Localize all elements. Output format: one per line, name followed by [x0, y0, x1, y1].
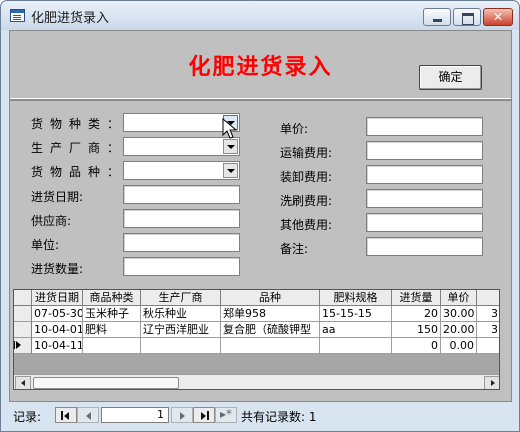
other-cost-field[interactable] [366, 213, 483, 232]
table-row[interactable]: 10-04-01 肥料 辽宁西洋肥业 复合肥（硫酸钾型 aa 150 20.00 3 [14, 322, 499, 338]
scroll-thumb[interactable] [33, 377, 179, 389]
table-cell[interactable]: 10-04-11 [32, 338, 83, 354]
record-selector[interactable] [14, 322, 32, 338]
scroll-right-icon[interactable] [484, 376, 499, 389]
handling-field[interactable] [366, 165, 483, 184]
table-cell[interactable]: 10-04-01 [32, 322, 83, 338]
chevron-down-icon[interactable] [223, 139, 238, 154]
table-header-row: 进货日期 商品种类 生产厂商 品种 肥料规格 进货量 单价 [14, 290, 499, 306]
column-header: 进货量 [392, 290, 441, 306]
table-cell[interactable]: 3 [477, 322, 499, 338]
form-window: 化肥进货录入 化肥进货录入 确定 货物种类： 生产厂商： 货物品种： 进货日期: [0, 0, 520, 432]
table-cell[interactable]: 20 [392, 306, 441, 322]
first-record-button[interactable] [55, 407, 77, 423]
table-cell[interactable]: 3 [477, 306, 499, 322]
column-header: 肥料规格 [320, 290, 392, 306]
window-title: 化肥进货录入 [31, 11, 110, 26]
column-header: 商品种类 [83, 290, 141, 306]
table-cell[interactable]: 玉米种子 [83, 306, 141, 322]
table-cell[interactable]: 30.00 [441, 306, 477, 322]
table-cell[interactable] [477, 338, 499, 354]
table-cell[interactable]: aa [320, 322, 392, 338]
next-record-icon [180, 412, 185, 420]
supplier-field[interactable] [123, 209, 240, 228]
remarks-field[interactable] [366, 237, 483, 256]
last-record-button[interactable] [193, 407, 215, 423]
washing-label: 洗刷费用: [280, 194, 333, 208]
price-field[interactable] [366, 117, 483, 136]
mouse-pointer-icon [222, 118, 238, 139]
column-header: 进货日期 [32, 290, 83, 306]
record-navigator: 记录: 1 ▸* 共有记录数: 1 [9, 404, 512, 426]
record-selector[interactable] [14, 290, 32, 306]
variety-combo[interactable] [123, 161, 240, 180]
new-record-button[interactable]: ▸* [215, 407, 237, 423]
remarks-label: 备注: [280, 242, 309, 256]
record-selector[interactable] [14, 338, 32, 354]
quantity-field[interactable] [123, 257, 240, 276]
first-record-icon [61, 411, 63, 420]
confirm-button[interactable]: 确定 [419, 65, 482, 90]
manufacturer-label: 生产厂商： [31, 141, 127, 155]
record-label: 记录: [13, 410, 42, 424]
column-header: 品种 [221, 290, 320, 306]
form-header: 化肥进货录入 确定 [10, 31, 511, 98]
quantity-label: 进货数量: [31, 262, 84, 276]
form-window-icon [10, 9, 25, 22]
price-label: 单价: [280, 122, 309, 136]
table-cell[interactable]: 辽宁西洋肥业 [141, 322, 221, 338]
other-cost-label: 其他费用: [280, 218, 333, 232]
purchase-date-label: 进货日期: [31, 190, 84, 204]
new-record-icon: ▸* [220, 407, 233, 421]
freight-field[interactable] [366, 141, 483, 160]
record-selector[interactable] [14, 306, 32, 322]
table-cell[interactable]: 07-05-30 [32, 306, 83, 322]
table-cell[interactable]: 20.00 [441, 322, 477, 338]
current-record-field[interactable]: 1 [101, 407, 169, 423]
table-cell[interactable] [320, 338, 392, 354]
table-cell[interactable] [221, 338, 320, 354]
category-label: 货物种类： [31, 117, 127, 131]
current-record-icon [14, 341, 21, 349]
chevron-down-icon[interactable] [223, 163, 238, 178]
handling-label: 装卸费用: [280, 170, 333, 184]
table-cell[interactable] [141, 338, 221, 354]
previous-record-button[interactable] [77, 407, 99, 423]
purchase-date-field[interactable] [123, 185, 240, 204]
table-cell[interactable]: 15-15-15 [320, 306, 392, 322]
close-button[interactable] [483, 8, 513, 26]
record-count: 共有记录数: 1 [241, 410, 317, 424]
washing-field[interactable] [366, 189, 483, 208]
column-header [477, 290, 499, 306]
last-record-icon [201, 412, 206, 420]
title-bar[interactable]: 化肥进货录入 [1, 1, 519, 30]
table-cell[interactable]: 0 [392, 338, 441, 354]
unit-field[interactable] [123, 233, 240, 252]
table-cell[interactable]: 秋乐种业 [141, 306, 221, 322]
minimize-button[interactable] [423, 8, 451, 26]
table-cell[interactable]: 肥料 [83, 322, 141, 338]
table-row[interactable]: 07-05-30 玉米种子 秋乐种业 郑单958 15-15-15 20 30.00 3 [14, 306, 499, 322]
horizontal-scrollbar[interactable] [14, 374, 499, 389]
previous-record-icon [86, 412, 91, 420]
table-cell[interactable]: 郑单958 [221, 306, 320, 322]
supplier-label: 供应商: [31, 214, 72, 228]
maximize-button[interactable] [453, 8, 481, 26]
variety-label: 货物品种： [31, 165, 127, 179]
unit-label: 单位: [31, 238, 60, 252]
purchase-datasheet[interactable]: 进货日期 商品种类 生产厂商 品种 肥料规格 进货量 单价 07-05-30 玉米种子 秋乐种业郑… [13, 289, 500, 390]
column-header: 单价 [441, 290, 477, 306]
table-row[interactable]: 10-04-11 0 0.00 [14, 338, 499, 354]
table-cell[interactable]: 150 [392, 322, 441, 338]
scroll-left-icon[interactable] [15, 376, 31, 389]
table-cell[interactable] [83, 338, 141, 354]
table-cell[interactable]: 0.00 [441, 338, 477, 354]
column-header: 生产厂商 [141, 290, 221, 306]
next-record-button[interactable] [171, 407, 193, 423]
freight-label: 运输费用: [280, 146, 333, 160]
table-cell[interactable]: 复合肥（硫酸钾型 [221, 322, 320, 338]
detail-section: 货物种类： 生产厂商： 货物品种： 进货日期: 供应商: 单位: 进货数量: 单… [10, 99, 511, 283]
